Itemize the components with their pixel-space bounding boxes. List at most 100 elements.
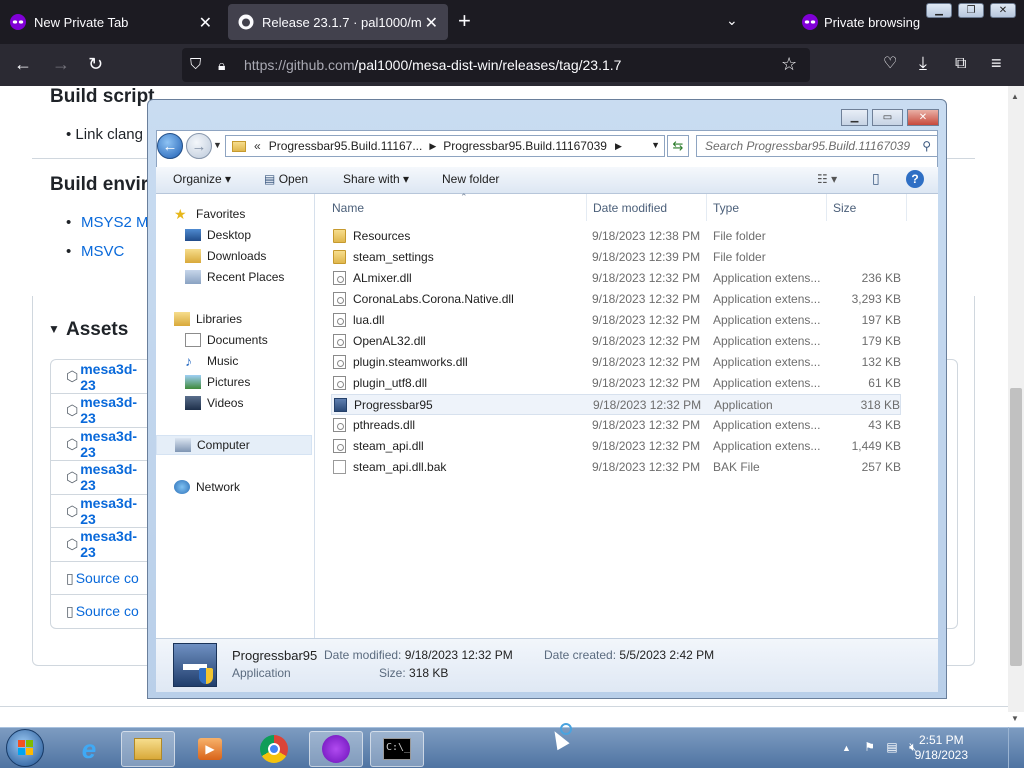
scroll-down-icon[interactable]: ▼	[1011, 714, 1019, 723]
nav-network[interactable]: Network	[156, 477, 330, 497]
lock-icon[interactable]: 🔒︎	[218, 55, 225, 75]
share-with-button[interactable]: Share with ▾	[343, 172, 409, 186]
search-input[interactable]: Search Progressbar95.Build.11167039 ⚲	[696, 135, 938, 157]
close-window-button[interactable]: ✕	[907, 109, 939, 126]
bookmark-star-icon[interactable]: ☆	[781, 54, 797, 74]
downloads-icon	[185, 249, 201, 263]
taskbar-clock[interactable]: 2:51 PM 9/18/2023	[915, 733, 968, 763]
back-arrow-icon[interactable]: ←	[14, 54, 32, 74]
help-icon[interactable]: ?	[906, 170, 924, 188]
nav-documents[interactable]: Documents	[156, 330, 341, 350]
forward-arrow-icon[interactable]: →	[52, 54, 70, 74]
download-icon[interactable]: ⤓	[919, 53, 927, 73]
chevron-down-icon[interactable]: ▼	[651, 140, 660, 150]
minimize-button[interactable]: ▁	[841, 109, 868, 126]
nav-desktop[interactable]: Desktop	[156, 225, 341, 245]
back-arrow-icon[interactable]: ←	[157, 133, 183, 159]
file-row[interactable]: steam_api.dll 9/18/2023 12:32 PM Applicati…	[331, 436, 901, 457]
new-tab-button[interactable]: +	[458, 10, 471, 32]
file-row[interactable]: plugin_utf8.dll 9/18/2023 12:32 PM Applica…	[331, 373, 901, 394]
organize-button[interactable]: Organize ▾	[173, 172, 231, 186]
network-tray-icon[interactable]: ▤	[886, 740, 897, 754]
chevron-up-icon[interactable]: ▲	[842, 743, 851, 753]
file-row[interactable]: plugin.steamworks.dll 9/18/2023 12:32 PM A…	[331, 352, 901, 373]
view-options-icon[interactable]: ☷ ▾	[817, 172, 837, 186]
asset-link[interactable]: ⬡ mesa3d-23	[50, 360, 150, 393]
scrollbar-thumb[interactable]	[1010, 388, 1022, 666]
nav-recent-places[interactable]: Recent Places	[156, 267, 341, 287]
tab-new-private[interactable]: New Private Tab ✕	[0, 4, 222, 40]
close-icon[interactable]: ✕	[199, 13, 212, 33]
file-row[interactable]: OpenAL32.dll 9/18/2023 12:32 PM Applicatio…	[331, 331, 901, 352]
file-row[interactable]: lua.dll 9/18/2023 12:32 PM Application ext…	[331, 310, 901, 331]
file-name: OpenAL32.dll	[353, 334, 426, 348]
chevron-down-icon[interactable]: ▼	[213, 140, 222, 150]
nav-videos[interactable]: Videos	[156, 393, 341, 413]
tab-release[interactable]: Release 23.1.7 · pal1000/mesa-d ✕	[228, 4, 448, 40]
address-bar[interactable]: « Progressbar95.Build.11167... ▶ Progres…	[225, 135, 665, 157]
asset-link[interactable]: ⬡ mesa3d-23	[50, 527, 150, 560]
nav-computer[interactable]: Computer	[156, 435, 312, 455]
file-row[interactable]: steam_settings 9/18/2023 12:39 PM File fol…	[331, 247, 901, 268]
extensions-icon[interactable]: ⧉	[955, 54, 966, 74]
assets-heading[interactable]: Assets	[66, 319, 128, 341]
menu-icon[interactable]: ≡	[991, 53, 1002, 73]
file-row[interactable]: Resources 9/18/2023 12:38 PM File folder	[331, 226, 901, 247]
file-row[interactable]: CoronaLabs.Corona.Native.dll 9/18/2023 12…	[331, 289, 901, 310]
taskbar-terminal[interactable]: C:\_	[370, 731, 424, 767]
asset-link[interactable]: ⬡ mesa3d-23	[50, 494, 150, 527]
minimize-button[interactable]: ▁	[926, 3, 952, 18]
start-button[interactable]	[6, 729, 44, 767]
restore-button[interactable]: ❐	[958, 3, 984, 18]
shield-icon[interactable]: ⛉	[190, 55, 201, 75]
pocket-icon[interactable]: ♡	[883, 54, 897, 74]
file-row[interactable]: pthreads.dll 9/18/2023 12:32 PM Applicatio…	[331, 415, 901, 436]
refresh-icon[interactable]: ⇆	[667, 135, 689, 157]
url-text[interactable]: https://github.com/pal1000/mesa-dist-win…	[244, 57, 621, 73]
open-button[interactable]: ▤ Open	[264, 172, 308, 186]
nav-pictures[interactable]: Pictures	[156, 372, 341, 392]
scroll-up-icon[interactable]: ▲	[1011, 92, 1019, 101]
asset-link[interactable]: ⬡ mesa3d-23	[50, 427, 150, 460]
nav-libraries[interactable]: Libraries	[156, 309, 330, 329]
nav-music[interactable]: ♪ Music	[156, 351, 341, 371]
taskbar-firefox-private[interactable]	[309, 731, 363, 767]
asset-link[interactable]: ⬡ mesa3d-23	[50, 393, 150, 426]
taskbar-internet-explorer[interactable]: e	[62, 731, 116, 767]
file-row[interactable]: Progressbar95 9/18/2023 12:32 PM Applicati…	[331, 394, 901, 415]
breadcrumb-item[interactable]: Progressbar95.Build.11167039	[443, 139, 607, 153]
breadcrumb-overflow[interactable]: «	[254, 139, 261, 153]
chevron-right-icon[interactable]: ▶	[615, 141, 622, 152]
chevron-right-icon[interactable]: ▶	[429, 141, 436, 152]
close-window-button[interactable]: ✕	[990, 3, 1016, 18]
taskbar-explorer[interactable]	[121, 731, 175, 767]
forward-arrow-icon[interactable]: →	[186, 133, 212, 159]
asset-link[interactable]: ⬡ mesa3d-23	[50, 460, 150, 493]
caret-down-icon[interactable]: ▼	[48, 322, 60, 336]
source-code-link[interactable]: ▯ Source co	[50, 561, 150, 594]
column-header-type[interactable]: Type	[707, 194, 827, 221]
show-desktop-button[interactable]	[1008, 727, 1024, 768]
file-row[interactable]: ALmixer.dll 9/18/2023 12:32 PM Application…	[331, 268, 901, 289]
chevron-down-icon[interactable]: ⌄	[726, 12, 738, 29]
new-folder-button[interactable]: New folder	[442, 172, 499, 186]
breadcrumb-item[interactable]: Progressbar95.Build.11167...	[269, 139, 423, 153]
page-scrollbar[interactable]: ▲ ▼	[1008, 86, 1024, 723]
column-header-date[interactable]: Date modified	[587, 194, 707, 221]
taskbar-chrome[interactable]	[247, 731, 301, 767]
search-icon[interactable]: ⚲	[922, 139, 931, 153]
preview-pane-icon[interactable]: ▯	[872, 170, 880, 187]
source-code-link[interactable]: ▯ Source co	[50, 594, 150, 627]
column-header-name[interactable]: Name ⌃	[326, 192, 587, 221]
env-link-msvc[interactable]: MSVC	[81, 243, 124, 260]
nav-downloads[interactable]: Downloads	[156, 246, 341, 266]
nav-favorites[interactable]: ★ Favorites	[156, 204, 330, 224]
column-header-size[interactable]: Size	[827, 194, 907, 221]
close-icon[interactable]: ✕	[424, 13, 438, 33]
taskbar-media-player[interactable]: ▶	[183, 731, 237, 767]
action-center-flag-icon[interactable]: ⚑	[864, 740, 875, 754]
file-row[interactable]: steam_api.dll.bak 9/18/2023 12:32 PM BAK F…	[331, 457, 901, 478]
env-link-msys2[interactable]: MSYS2 M	[81, 214, 149, 231]
reload-icon[interactable]: ↻	[88, 54, 103, 74]
maximize-button[interactable]: ▭	[872, 109, 903, 126]
